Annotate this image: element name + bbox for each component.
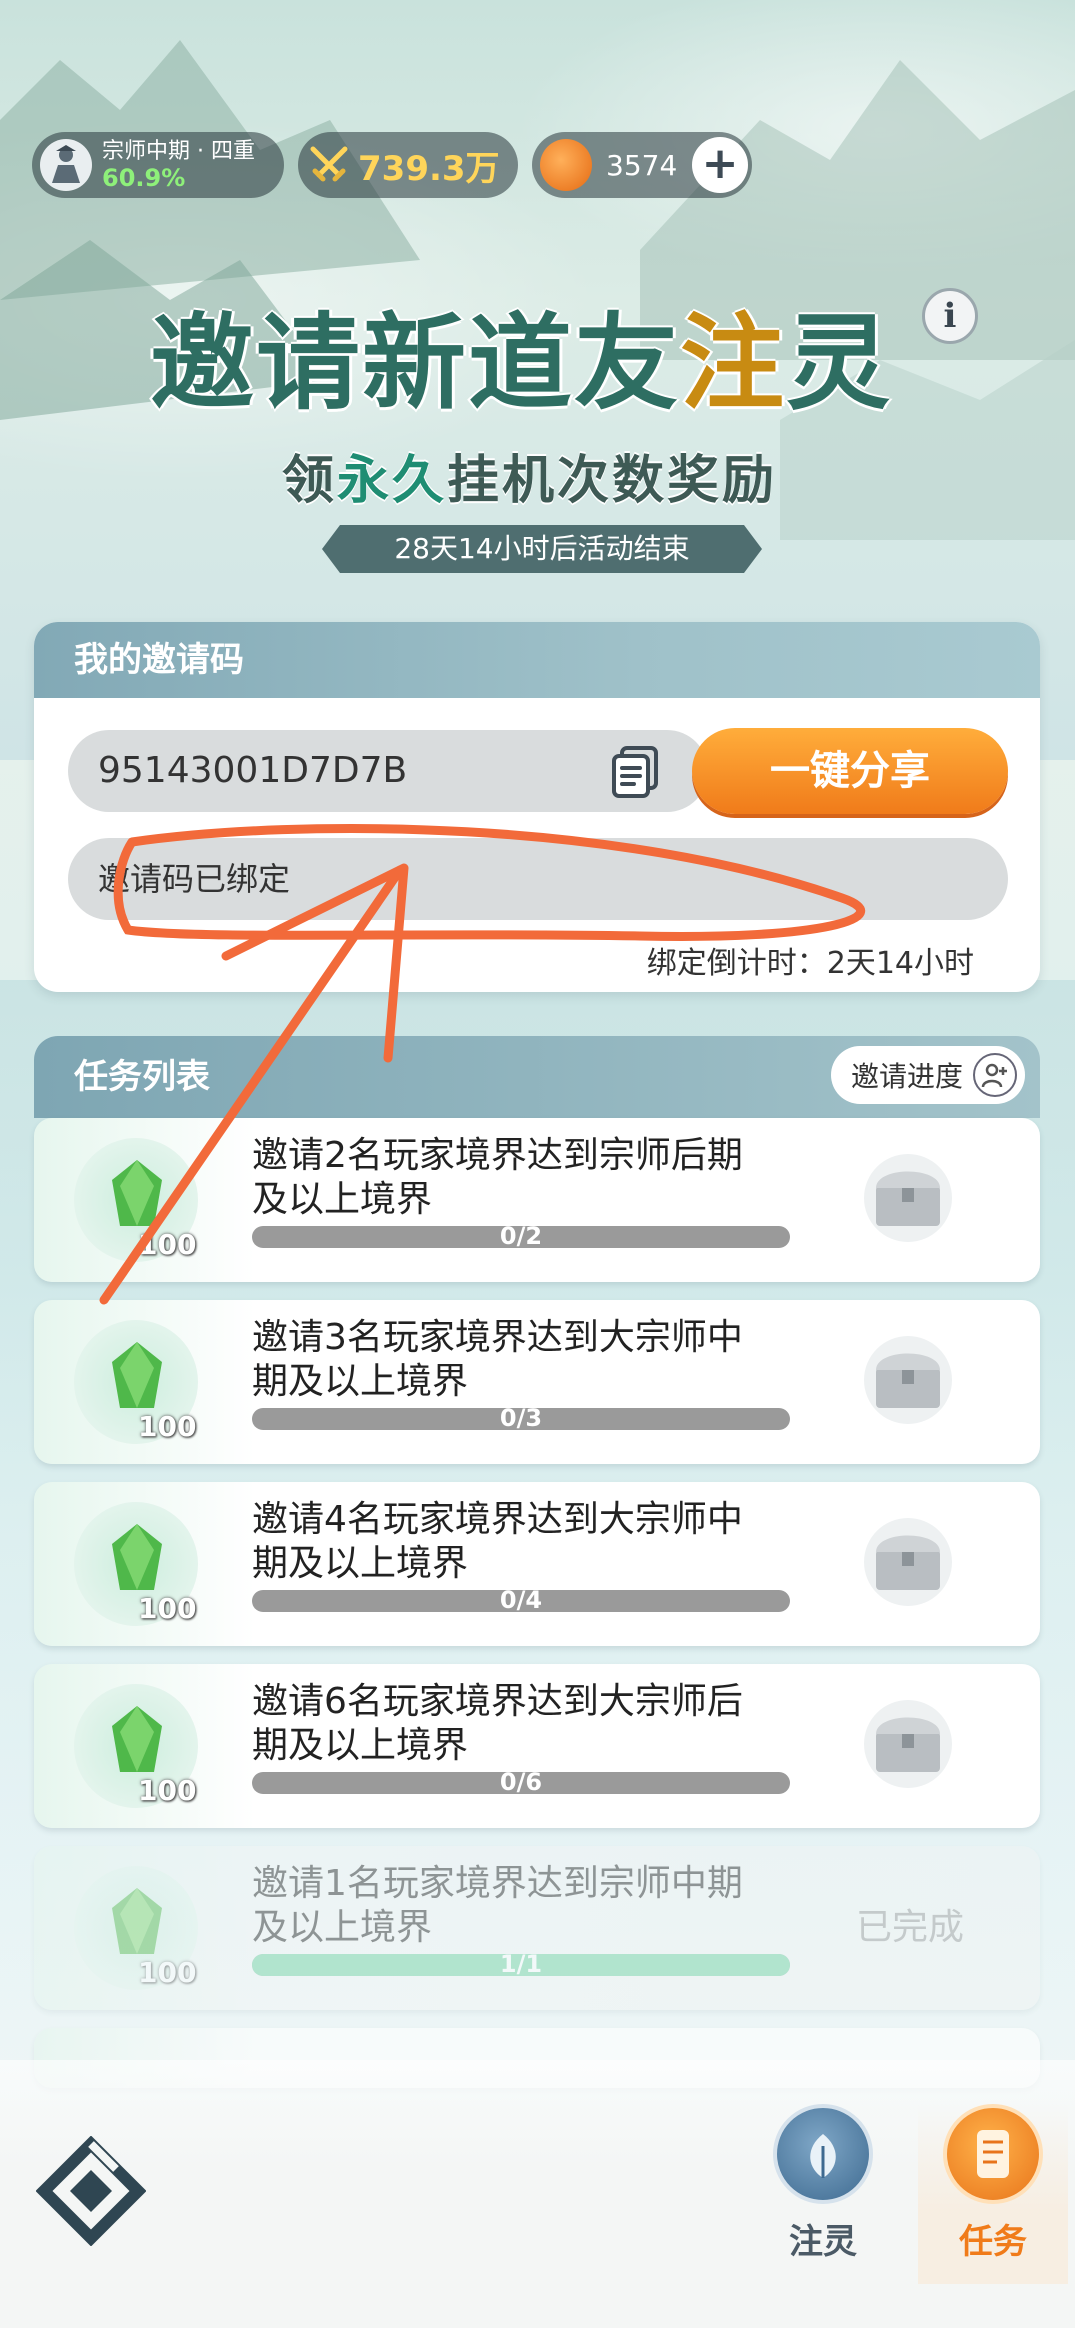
leaf-orb-icon — [773, 2104, 873, 2204]
task-row: 100 邀请3名玩家境界达到大宗师中期及以上境界 0/3 — [34, 1300, 1040, 1464]
rank-name: 宗师中期 · 四重 — [102, 139, 255, 164]
task-progress-bar: 0/6 — [252, 1772, 790, 1794]
coin-icon — [540, 139, 592, 191]
task-progress-bar: 0/2 — [252, 1226, 790, 1248]
copy-icon[interactable] — [608, 744, 664, 800]
reward-count: 100 — [138, 1956, 197, 1989]
app-logo-icon[interactable] — [36, 2136, 146, 2246]
task-description: 邀请1名玩家境界达到宗师中期及以上境界 — [252, 1863, 743, 1948]
add-coins-button[interactable]: + — [692, 137, 748, 193]
task-progress-label: 0/3 — [499, 1408, 543, 1430]
treasure-chest-icon[interactable] — [858, 1698, 958, 1790]
crossed-swords-icon — [306, 142, 352, 188]
completed-label: 已完成 — [856, 1907, 965, 1948]
reward-item[interactable]: 100 — [74, 1502, 198, 1626]
green-gem-icon — [112, 1342, 162, 1408]
coin-value: 3574 — [606, 148, 678, 182]
task-progress-bar: 1/1 — [252, 1954, 790, 1976]
bind-countdown: 绑定倒计时：2天14小时 — [646, 946, 974, 981]
invite-progress-button[interactable]: 邀请进度 — [830, 1046, 1025, 1104]
green-gem-icon — [112, 1888, 162, 1954]
rank-avatar-icon — [40, 139, 92, 191]
task-description: 邀请6名玩家境界达到大宗师后期及以上境界 — [252, 1681, 743, 1766]
reward-count: 100 — [138, 1410, 197, 1443]
nav-zhuling[interactable]: 注灵 — [758, 2104, 888, 2284]
green-gem-icon — [112, 1524, 162, 1590]
task-progress-bar: 0/3 — [252, 1408, 790, 1430]
invite-bound-field[interactable]: 邀请码已绑定 — [68, 838, 1008, 920]
green-gem-icon — [112, 1160, 162, 1226]
reward-item[interactable]: 100 — [74, 1320, 198, 1444]
treasure-chest-icon[interactable] — [858, 1334, 958, 1426]
nav-zhuling-label: 注灵 — [789, 2222, 857, 2262]
event-title: 邀请新道友注灵 — [150, 278, 930, 429]
nav-task[interactable]: 任务 — [918, 2104, 1068, 2284]
subtitle-accent: 永久 — [337, 451, 448, 511]
task-row: 100 邀请4名玩家境界达到大宗师中期及以上境界 0/4 — [34, 1482, 1040, 1646]
task-description: 邀请2名玩家境界达到宗师后期及以上境界 — [252, 1135, 743, 1220]
task-row-completed: 100 邀请1名玩家境界达到宗师中期及以上境界 1/1 已完成 — [34, 1846, 1040, 2010]
add-user-icon — [973, 1053, 1017, 1097]
power-pill[interactable]: 739.3万 — [298, 132, 518, 198]
task-progress-label: 0/2 — [499, 1226, 543, 1248]
task-progress-bar: 0/4 — [252, 1590, 790, 1612]
treasure-chest-icon[interactable] — [858, 1516, 958, 1608]
info-button[interactable]: i — [922, 288, 978, 344]
task-description: 邀请3名玩家境界达到大宗师中期及以上境界 — [252, 1317, 743, 1402]
task-progress-label: 0/6 — [499, 1772, 543, 1794]
title-gold: 注 — [680, 302, 787, 424]
treasure-chest-icon[interactable] — [858, 1152, 958, 1244]
event-subtitle: 领永久挂机次数奖励 — [282, 438, 777, 513]
share-button[interactable]: 一键分享 — [692, 728, 1008, 814]
reward-item[interactable]: 100 — [74, 1684, 198, 1808]
task-progress-label: 1/1 — [499, 1954, 543, 1976]
task-progress-label: 0/4 — [499, 1590, 543, 1612]
status-bar: 宗师中期 · 四重 60.9% 739.3万 3574 + — [32, 132, 752, 198]
reward-item[interactable]: 100 — [74, 1138, 198, 1262]
title-part1: 邀请新道友 — [150, 302, 681, 424]
rank-progress: 60.9% — [102, 164, 186, 192]
event-countdown: 28天14小时后活动结束 — [322, 525, 762, 573]
scroll-orb-icon — [943, 2104, 1043, 2204]
invite-code-card: 我的邀请码 95143001D7D7B 一键分享 邀请码已绑定 绑定倒计时：2天… — [34, 622, 1040, 992]
power-value: 739.3万 — [358, 148, 500, 189]
invite-card-title: 我的邀请码 — [34, 622, 1040, 698]
reward-count: 100 — [138, 1228, 197, 1261]
task-description: 邀请4名玩家境界达到大宗师中期及以上境界 — [252, 1499, 743, 1584]
nav-task-label: 任务 — [959, 2222, 1027, 2262]
green-gem-icon — [112, 1706, 162, 1772]
invite-progress-label: 邀请进度 — [850, 1060, 963, 1093]
reward-count: 100 — [138, 1774, 197, 1807]
task-row: 100 邀请2名玩家境界达到宗师后期及以上境界 0/2 — [34, 1118, 1040, 1282]
rank-pill[interactable]: 宗师中期 · 四重 60.9% — [32, 132, 284, 198]
title-part2: 灵 — [786, 302, 893, 424]
subtitle-part2: 挂机次数奖励 — [447, 451, 778, 511]
reward-count: 100 — [138, 1592, 197, 1625]
bottom-nav — [0, 2060, 1075, 2328]
coin-pill: 3574 + — [532, 132, 752, 198]
reward-item: 100 — [74, 1866, 198, 1990]
subtitle-part1: 领 — [282, 451, 338, 511]
task-row: 100 邀请6名玩家境界达到大宗师后期及以上境界 0/6 — [34, 1664, 1040, 1828]
